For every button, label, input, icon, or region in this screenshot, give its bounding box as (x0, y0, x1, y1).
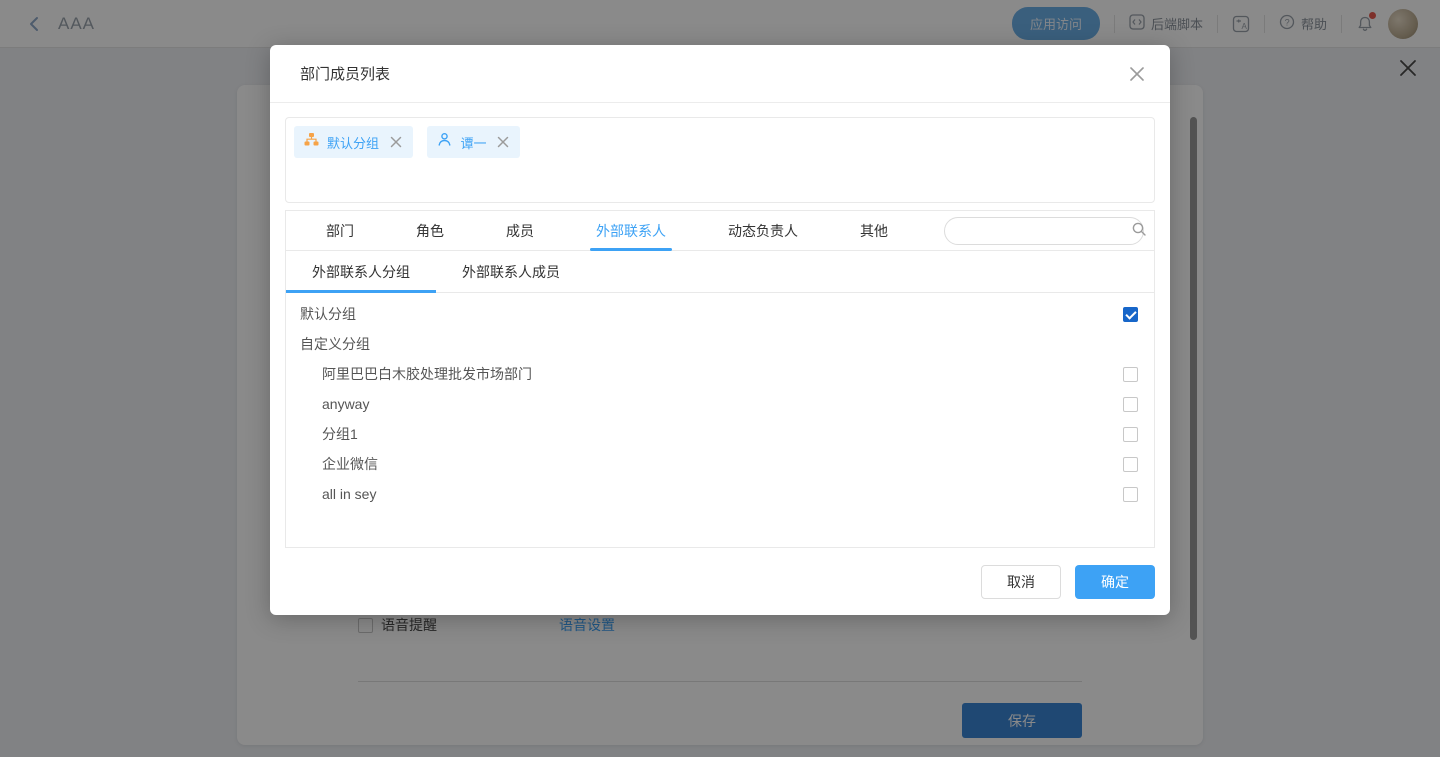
list-item-label: 分组1 (322, 424, 358, 444)
list-item-label: all in sey (322, 486, 376, 502)
search-icon[interactable] (1131, 221, 1147, 242)
department-member-modal: 部门成员列表 默认分组 谭一 部门 角色 成 (270, 45, 1170, 615)
modal-footer: 取消 确定 (981, 565, 1155, 599)
cancel-button[interactable]: 取消 (981, 565, 1061, 599)
list-item-checkbox[interactable] (1123, 397, 1138, 412)
group-list: 默认分组 自定义分组 阿里巴巴白木胶处理批发市场部门 anyway 分组1 (286, 293, 1154, 509)
picker-tabs: 部门 角色 成员 外部联系人 动态负责人 其他 (286, 211, 1154, 251)
list-item-checkbox[interactable] (1123, 367, 1138, 382)
list-item-label: 阿里巴巴白木胶处理批发市场部门 (322, 364, 532, 384)
search-box (944, 217, 1144, 245)
search-input[interactable] (955, 224, 1131, 239)
modal-header: 部门成员列表 (270, 45, 1170, 103)
tag-remove-icon[interactable] (496, 135, 510, 149)
selected-tag-group: 默认分组 (294, 126, 413, 158)
list-item-checkbox[interactable] (1123, 307, 1138, 322)
list-group-header: 自定义分组 (300, 329, 1138, 359)
list-item[interactable]: 企业微信 (300, 449, 1138, 479)
list-item-label: 企业微信 (322, 454, 378, 474)
list-item[interactable]: 默认分组 (300, 299, 1138, 329)
list-item-checkbox[interactable] (1123, 427, 1138, 442)
tab-dynamic-owner[interactable]: 动态负责人 (728, 211, 798, 251)
tab-other[interactable]: 其他 (860, 211, 888, 251)
selected-tag-person: 谭一 (427, 126, 520, 158)
list-item[interactable]: anyway (300, 389, 1138, 419)
list-item-checkbox[interactable] (1123, 487, 1138, 502)
tag-remove-icon[interactable] (389, 135, 403, 149)
confirm-button[interactable]: 确定 (1075, 565, 1155, 599)
list-item-label: 默认分组 (300, 304, 356, 324)
tag-label: 默认分组 (327, 133, 379, 152)
org-chart-icon (304, 132, 319, 152)
tab-department[interactable]: 部门 (326, 211, 354, 251)
tab-external-contacts[interactable]: 外部联系人 (596, 211, 666, 251)
tag-label: 谭一 (460, 133, 486, 152)
list-item[interactable]: all in sey (300, 479, 1138, 509)
tab-role[interactable]: 角色 (416, 211, 444, 251)
person-icon (437, 132, 452, 152)
list-item-label: anyway (322, 396, 369, 412)
list-item[interactable]: 分组1 (300, 419, 1138, 449)
list-item-checkbox[interactable] (1123, 457, 1138, 472)
selected-tags-box: 默认分组 谭一 (285, 117, 1155, 203)
subtab-external-contact-members[interactable]: 外部联系人成员 (436, 251, 586, 293)
subtab-external-contact-groups[interactable]: 外部联系人分组 (286, 251, 436, 293)
modal-title: 部门成员列表 (300, 63, 390, 84)
tab-member[interactable]: 成员 (506, 211, 534, 251)
list-item-label: 自定义分组 (300, 334, 370, 354)
member-picker: 部门 角色 成员 外部联系人 动态负责人 其他 外部联系人分组 外部联系人成员 … (285, 210, 1155, 548)
picker-subtabs: 外部联系人分组 外部联系人成员 (286, 251, 1154, 293)
modal-close-icon[interactable] (1128, 65, 1146, 83)
list-item[interactable]: 阿里巴巴白木胶处理批发市场部门 (300, 359, 1138, 389)
